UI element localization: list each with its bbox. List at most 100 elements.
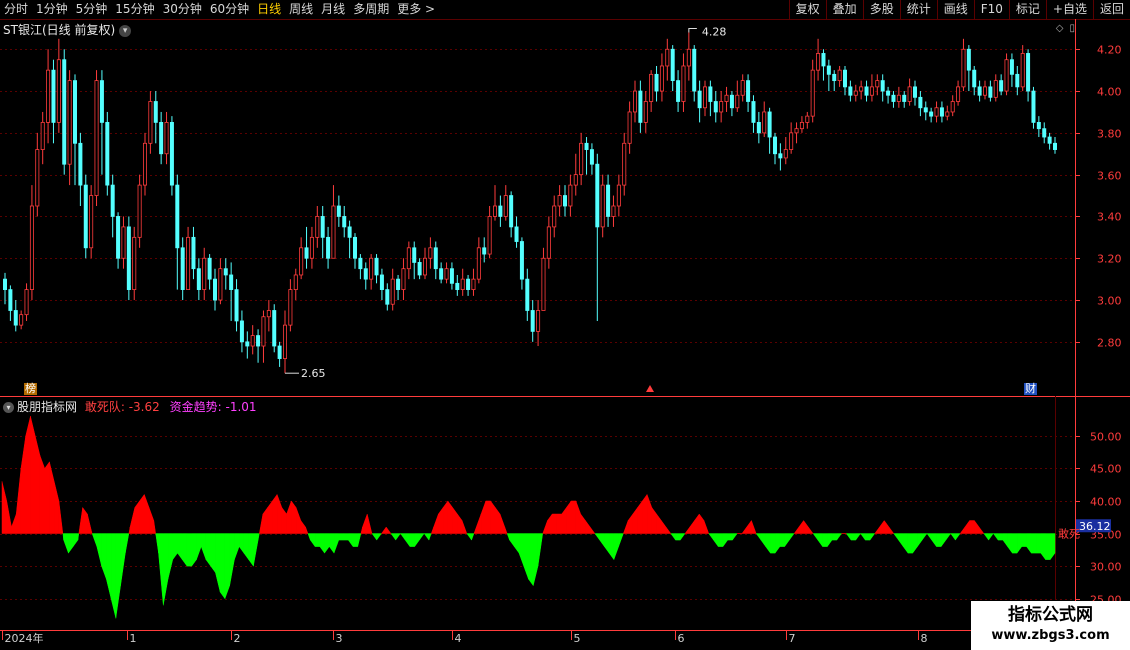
- candle-body: [891, 94, 896, 102]
- candle-body: [708, 86, 713, 102]
- indicator-area-segment: [874, 526, 880, 534]
- indicator-area-segment: [926, 533, 932, 541]
- indicator-area-segment: [921, 533, 928, 541]
- indicator-area-segment: [613, 533, 619, 560]
- candle-body: [773, 136, 778, 155]
- candle-body: [218, 268, 223, 301]
- candle-body: [159, 122, 164, 155]
- date-label: 3: [336, 632, 343, 645]
- candle-body: [245, 341, 250, 347]
- indicator-area-segment: [219, 533, 226, 600]
- indicator-area-segment: [423, 533, 430, 541]
- candle-body: [105, 122, 110, 186]
- indicator-area-segment: [940, 533, 947, 548]
- indicator-area-segment: [803, 519, 809, 534]
- indicator-area-segment: [547, 513, 553, 534]
- price-tick-label: 4.00: [1097, 86, 1122, 99]
- candle-body: [929, 111, 934, 117]
- indicator-area-segment: [532, 533, 539, 586]
- indicator-area-segment: [229, 533, 235, 586]
- candle-body: [627, 111, 632, 144]
- candle-body: [692, 48, 697, 92]
- price-tick-label: 2.80: [1097, 337, 1122, 350]
- candle-body: [961, 48, 966, 88]
- candle-body: [579, 142, 584, 176]
- indicator-area-segment: [499, 513, 506, 534]
- candle-body: [132, 236, 137, 290]
- candle-body: [331, 205, 336, 259]
- indicator-area-segment: [428, 533, 432, 541]
- candle-body: [13, 310, 18, 326]
- candle-body: [821, 53, 826, 67]
- candle-body: [320, 216, 325, 238]
- candle-body: [864, 86, 869, 96]
- date-label: 8: [921, 632, 928, 645]
- indicator-area-segment: [343, 533, 349, 541]
- candle-body: [843, 69, 848, 88]
- price-tick-label: 3.40: [1097, 211, 1122, 224]
- candle-body: [277, 345, 282, 359]
- candle-body: [223, 268, 228, 276]
- indicator-area-segment: [466, 533, 472, 541]
- indicator-area-segment: [1021, 533, 1027, 547]
- kline-chart-canvas[interactable]: 4.20 4.00 3.80 3.60 3.40 3.20 3.00 2.80 4.28 2.65…: [0, 0, 1130, 650]
- indicator-area-segment: [49, 461, 55, 534]
- candle-body: [552, 205, 557, 228]
- indicator-area-segment: [352, 533, 358, 547]
- indicator-area-segment: [836, 533, 843, 541]
- indicator-area-segment: [798, 519, 804, 534]
- candle-body: [449, 268, 454, 284]
- candle-body: [886, 90, 891, 96]
- indicator-area-segment: [713, 533, 719, 548]
- candle-body: [309, 236, 314, 259]
- candle-body: [589, 149, 594, 165]
- candle-body: [972, 69, 977, 88]
- indicator-area-segment: [433, 513, 439, 534]
- indicator-area-segment: [91, 533, 98, 547]
- watermark-url: www.zbgs3.com: [991, 628, 1110, 643]
- candle-body: [676, 80, 681, 102]
- candle-body: [568, 184, 573, 207]
- indicator-area-segment: [604, 533, 610, 554]
- candle-body: [950, 101, 955, 113]
- candle-body: [573, 174, 578, 186]
- indicator-area-segment: [684, 526, 691, 534]
- candle-body: [875, 80, 880, 88]
- candle-body: [988, 86, 993, 98]
- indicator-area-segment: [134, 500, 140, 534]
- indicator-area-segment: [430, 526, 434, 534]
- candle-body: [724, 94, 729, 102]
- indicator-area-segment: [414, 533, 420, 548]
- candle-body: [250, 335, 255, 347]
- candle-body: [24, 289, 29, 316]
- candle-body: [342, 216, 347, 228]
- indicator-area-segment: [542, 520, 548, 534]
- indicator-area-segment: [476, 513, 482, 534]
- indicator-area-segment: [281, 506, 287, 534]
- indicator-area-segment: [348, 533, 354, 548]
- candle-body: [762, 111, 767, 134]
- candle-body: [746, 80, 751, 102]
- indicator-area-segment: [399, 533, 406, 541]
- indicator-area-segment: [82, 506, 88, 534]
- indicator-area-segment: [931, 533, 937, 548]
- candle-body: [336, 205, 341, 217]
- candle-body: [169, 122, 174, 186]
- candle-body: [433, 247, 438, 270]
- indicator-area-segment: [490, 500, 496, 534]
- indicator-area-segment: [978, 526, 985, 534]
- candle-body: [557, 195, 562, 207]
- candle-body: [606, 184, 611, 217]
- indicator-area-segment: [6, 500, 12, 534]
- indicator-area-segment: [371, 533, 377, 541]
- indicator-area-segment: [983, 533, 989, 541]
- candle-body: [595, 163, 600, 228]
- candle-body: [1053, 142, 1058, 150]
- indicator-area-segment: [276, 494, 283, 534]
- candle-body: [1047, 136, 1052, 144]
- indicator-area-segment: [855, 533, 862, 541]
- price-tick-label: 3.80: [1097, 128, 1122, 141]
- candle-body: [584, 142, 589, 150]
- indicator-area-segment: [670, 533, 676, 541]
- indicator-area-segment: [902, 533, 909, 554]
